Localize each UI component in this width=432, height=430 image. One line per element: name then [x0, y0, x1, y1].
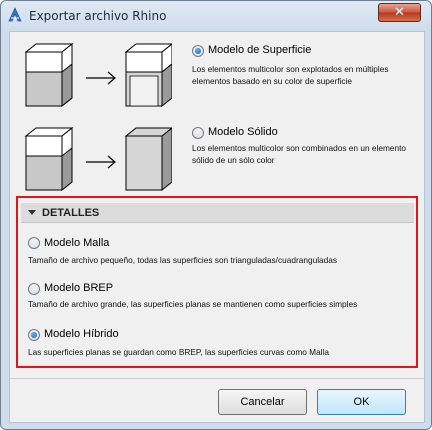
cancel-button[interactable]: Cancelar — [218, 389, 307, 415]
exploded-box-icon — [124, 43, 172, 108]
solid-model-description: Los elementos multicolor son combinados … — [192, 143, 406, 165]
dialog-body: Modelo de Superficie Los elementos multi… — [10, 32, 424, 422]
hybrid-model-label[interactable]: Modelo Híbrido — [44, 328, 119, 340]
arrow-right-icon — [86, 71, 116, 85]
arrow-right-icon — [86, 155, 116, 169]
solid-model-radio[interactable] — [192, 127, 204, 139]
surface-model-label[interactable]: Modelo de Superficie — [208, 44, 311, 56]
brep-model-radio[interactable] — [28, 283, 40, 295]
collapse-triangle-icon[interactable] — [28, 210, 36, 215]
solid-model-label[interactable]: Modelo Sólido — [208, 126, 278, 138]
title-bar[interactable]: Exportar archivo Rhino ✕ — [1, 1, 431, 31]
solid-model-illustration — [24, 126, 172, 192]
surface-model-radio[interactable] — [192, 45, 204, 57]
details-header-label: DETALLES — [42, 207, 100, 219]
source-box-icon — [24, 126, 74, 192]
button-separator — [10, 378, 424, 379]
brep-model-label[interactable]: Modelo BREP — [44, 282, 113, 294]
hybrid-model-description: Las superficies planas se guardan como B… — [28, 347, 329, 357]
hybrid-model-radio[interactable] — [28, 329, 40, 341]
window-title: Exportar archivo Rhino — [29, 9, 167, 23]
brep-model-description: Tamaño de archivo grande, las superficie… — [28, 299, 358, 309]
mesh-model-radio[interactable] — [28, 237, 40, 249]
dialog-client-area: Modelo de Superficie Los elementos multi… — [9, 31, 425, 423]
mesh-model-label[interactable]: Modelo Malla — [44, 237, 109, 249]
source-box-icon — [24, 42, 74, 108]
close-icon: ✕ — [394, 5, 405, 20]
export-rhino-dialog: Exportar archivo Rhino ✕ Modelo de Super… — [0, 0, 432, 430]
details-section-header[interactable]: DETALLES — [21, 203, 414, 223]
ok-button[interactable]: OK — [317, 389, 406, 415]
surface-model-description: Los elementos multicolor son explotados … — [192, 64, 389, 86]
archicad-icon — [8, 7, 22, 22]
solid-box-icon — [124, 127, 172, 192]
surface-model-illustration — [24, 42, 172, 108]
mesh-model-description: Tamaño de archivo pequeño, todas las sup… — [28, 255, 338, 265]
close-button[interactable]: ✕ — [378, 3, 421, 22]
